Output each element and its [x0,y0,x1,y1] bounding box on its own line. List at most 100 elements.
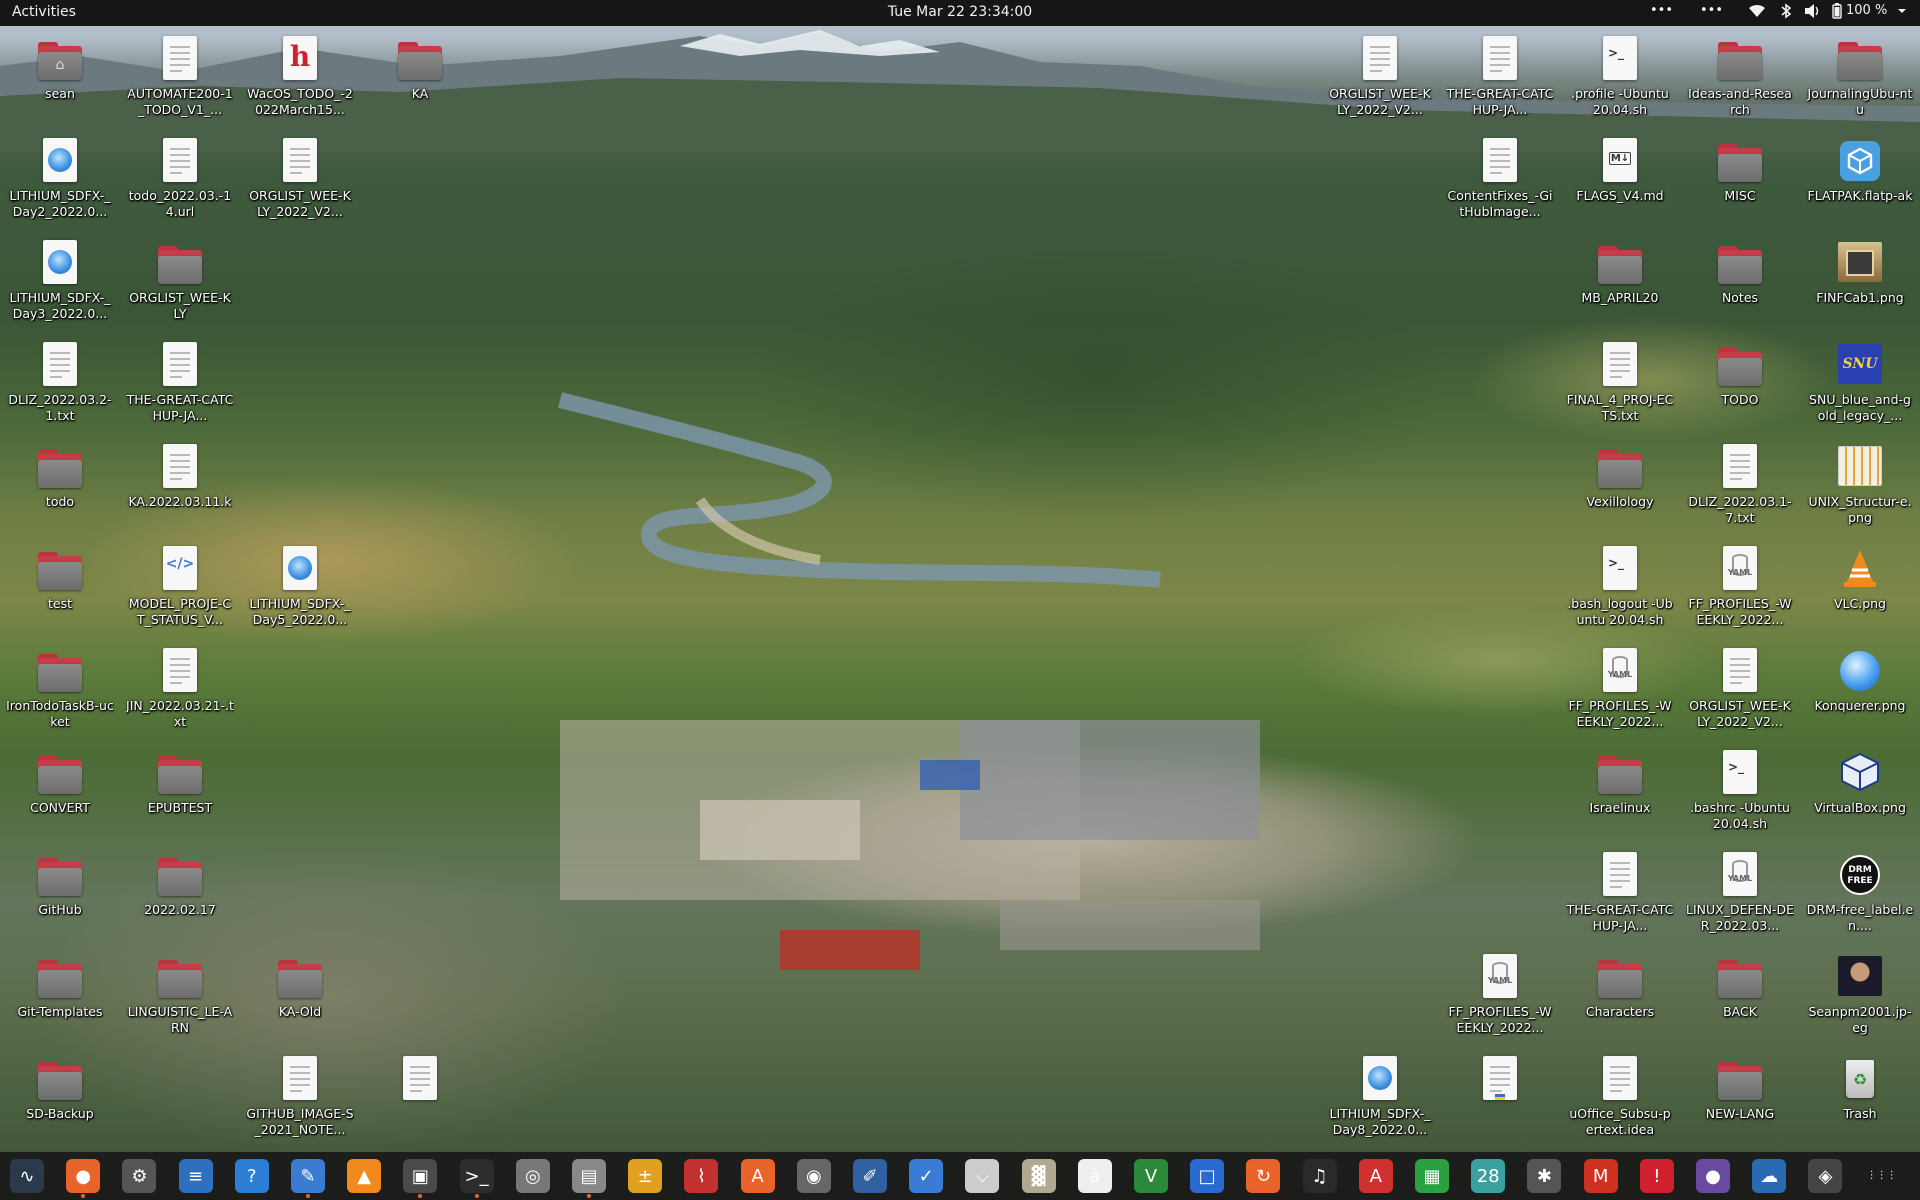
text-editor-icon[interactable]: ✎ [291,1159,325,1198]
desktop-icon[interactable]: ♻ Trash [1805,1050,1915,1146]
desktop-icon[interactable]: >_ .bashrc -Ubuntu 20.04.sh [1685,744,1795,840]
screenshot-tool-icon[interactable]: ▣ [403,1159,438,1198]
ubuntu-software-icon[interactable]: ◈ [1808,1159,1843,1193]
terminal-icon[interactable]: >_ [459,1159,494,1198]
desktop-icon[interactable]: Notes [1685,234,1795,330]
desktop-icon[interactable]: UNIX_Structur-e.png [1805,438,1915,534]
desktop-icon[interactable]: Konquerer.png [1805,642,1915,738]
desktop-icon[interactable]: Git-Templates [5,948,115,1044]
wifi-icon[interactable] [1748,3,1766,23]
desktop-icon[interactable]: DRM FREE DRM-free_label.en.... [1805,846,1915,942]
document-viewer-icon[interactable]: ≡ [178,1159,213,1193]
pdf-reader-icon[interactable]: A [1358,1159,1393,1193]
activities-button[interactable]: Activities [12,4,76,20]
desktop-icon[interactable]: YAML FF_PROFILES_-WEEKLY_2022... [1565,642,1675,738]
desktop-icon[interactable]: THE-GREAT-CATCHUP-JA... [125,336,235,432]
desktop-icon[interactable]: YAML FF_PROFILES_-WEEKLY_2022... [1685,540,1795,636]
disk-utility-icon[interactable]: ◉ [796,1159,831,1193]
desktop-icon[interactable]: M↓ FLAGS_V4.md [1565,132,1675,228]
desktop-icon[interactable]: h WacOS_TODO_-2022March15... [245,30,355,126]
desktop-icon[interactable]: >_ .bash_logout -Ubuntu 20.04.sh [1565,540,1675,636]
desktop-icon[interactable]: ORGLIST_WEE-KLY_2022_V2... [1685,642,1795,738]
desktop-icon[interactable]: uOffice_Subsu-pertext.idea [1565,1050,1675,1146]
desktop-icon[interactable]: LITHIUM_SDFX-_Day2_2022.0... [5,132,115,228]
desktop-icon[interactable]: SNU SNU_blue_and-gold_legacy_... [1805,336,1915,432]
desktop-icon[interactable]: GITHUB_IMAGE-S_2021_NOTE... [245,1050,355,1146]
desktop-icon[interactable]: Vexillology [1565,438,1675,534]
archive-manager-icon[interactable]: ▓ [1021,1159,1056,1193]
desktop-icon[interactable]: FINAL_4_PROJ-ECTS.txt [1565,336,1675,432]
alert-icon[interactable]: ! [1639,1159,1674,1193]
desktop-icon[interactable]: JIN_2022.03.21-.txt [125,642,235,738]
desktop-icon[interactable]: ContentFixes_-GitHubImage... [1445,132,1555,228]
system-monitor-graph-icon[interactable]: ⌇ [684,1159,719,1193]
desktop-icon[interactable]: VirtualBox.png [1805,744,1915,840]
desktop-icon[interactable]: FINFCab1.png [1805,234,1915,330]
desktop-icon[interactable]: LINGUISTIC_LE-ARN [125,948,235,1044]
desktop-icon[interactable]: MB_APRIL20 [1565,234,1675,330]
desktop-icon[interactable]: LITHIUM_SDFX-_Day5_2022.0... [245,540,355,636]
desktop-icon[interactable]: SD-Backup [5,1050,115,1146]
desktop-icon[interactable]: IronTodoTaskB-ucket [5,642,115,738]
desktop-icon[interactable]: ORGLIST_WEE-KLY_2022_V2... [1325,30,1435,126]
desktop-icon[interactable]: BACK [1685,948,1795,1044]
spreadsheet-icon[interactable]: ▦ [1415,1159,1449,1193]
desktop-icon[interactable]: 2022.02.17 [125,846,235,942]
desktop-icon[interactable]: MISC [1685,132,1795,228]
help-icon[interactable]: ? [234,1159,269,1193]
system-menu-arrow-icon[interactable] [1896,3,1908,23]
todo-icon[interactable]: ✓ [909,1159,944,1193]
desktop-icon[interactable]: LITHIUM_SDFX-_Day3_2022.0... [5,234,115,330]
desktop-icon[interactable]: ORGLIST_WEE-KLY [125,234,235,330]
desktop-icon[interactable]: </> MODEL_PROJE-CT_STATUS_V... [125,540,235,636]
desktop-icon[interactable]: ORGLIST_WEE-KLY_2022_V2... [245,132,355,228]
desktop-icon[interactable]: KA [365,30,475,126]
vlc-icon[interactable]: ▲ [347,1159,382,1193]
desktop-icon[interactable]: AUTOMATE200-1_TODO_V1_... [125,30,235,126]
software-center-icon[interactable]: A [740,1159,775,1193]
system-monitor-icon[interactable]: ∿ [10,1159,44,1193]
settings-icon[interactable]: ⚙ [122,1159,157,1193]
firefox-icon[interactable]: ● [66,1159,101,1198]
bug-tool-icon[interactable]: ✱ [1527,1159,1562,1193]
desktop-icon[interactable]: VLC.png [1805,540,1915,636]
disk-usage-icon[interactable]: ◎ [515,1159,550,1193]
overflow-indicator-2[interactable]: ••• [1700,3,1723,18]
desktop-icon[interactable]: Israelinux [1565,744,1675,840]
desktop-icon[interactable]: Ideas-and-Research [1685,30,1795,126]
desktop-icon[interactable]: Characters [1565,948,1675,1044]
desktop-icon[interactable]: EPUBTEST [125,744,235,840]
usb-creator-icon[interactable]: ⌵ [965,1159,1000,1193]
overflow-indicator-1[interactable]: ••• [1650,3,1673,18]
desktop-icon[interactable]: CONVERT [5,744,115,840]
desktop-icon[interactable] [365,1050,475,1146]
battery-percentage[interactable]: 100 % [1846,3,1887,18]
desktop-icon[interactable]: Seanpm2001.jp-eg [1805,948,1915,1044]
desktop-icon[interactable]: KA-Old [245,948,355,1044]
bluetooth-icon[interactable] [1780,3,1792,23]
updater-icon[interactable]: ↻ [1246,1159,1281,1193]
desktop-icon[interactable]: YAML FF_PROFILES_-WEEKLY_2022... [1445,948,1555,1044]
music-icon[interactable]: ♫ [1302,1159,1337,1193]
font-viewer-icon[interactable]: ✐ [853,1159,887,1193]
character-map-icon[interactable]: à [1077,1159,1112,1193]
desktop-icon[interactable]: todo_2022.03.-14.url [125,132,235,228]
mario-icon[interactable]: M [1583,1159,1618,1193]
desktop-icon[interactable]: NEW-LANG [1685,1050,1795,1146]
desktop-icon[interactable]: ⌂ sean [5,30,115,126]
desktop-icon[interactable]: GitHub [5,846,115,942]
clock-button[interactable]: Tue Mar 22 23:34:00 [888,4,1032,20]
battery-icon[interactable] [1832,3,1842,23]
desktop-icon[interactable]: todo [5,438,115,534]
desktop-icon[interactable] [1445,1050,1555,1146]
desktop-icon[interactable]: JournalingUbu-ntu [1805,30,1915,126]
desktop-icon[interactable]: LITHIUM_SDFX-_Day8_2022.0... [1325,1050,1435,1146]
files-icon[interactable]: ▤ [572,1159,606,1198]
desktop-icon[interactable]: THE-GREAT-CATCHUP-JA... [1565,846,1675,942]
calendar-icon[interactable]: 28 [1471,1159,1506,1193]
volume-icon[interactable] [1804,3,1822,23]
desktop-icon[interactable]: >_ .profile -Ubuntu 20.04.sh [1565,30,1675,126]
desktop-icon[interactable]: KA.2022.03.11.k [125,438,235,534]
desktop-icon[interactable]: FLATPAK.flatp-ak [1805,132,1915,228]
vim-icon[interactable]: V [1134,1159,1168,1193]
